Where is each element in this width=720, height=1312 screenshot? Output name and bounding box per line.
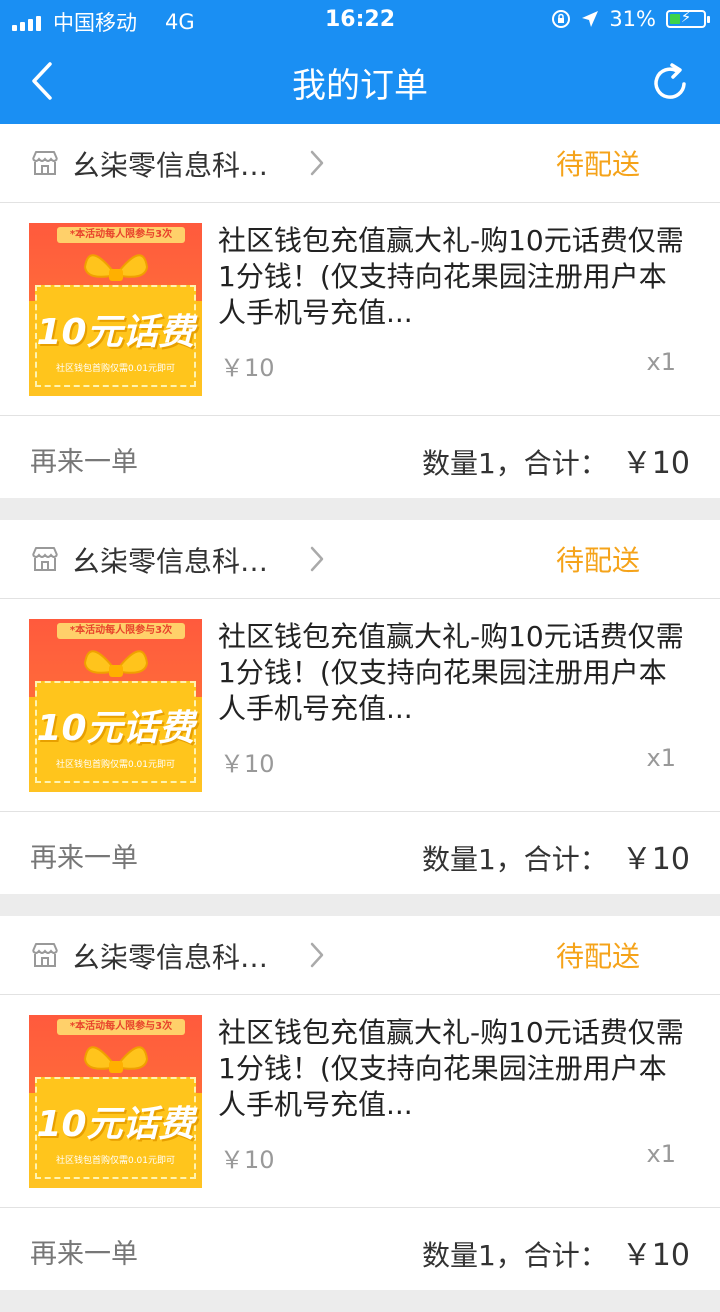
order-footer: 再来一单 数量1，合计： ￥10 xyxy=(0,416,720,498)
store-icon xyxy=(32,943,58,967)
reorder-button[interactable]: 再来一单 xyxy=(30,440,138,479)
shop-header[interactable]: 幺柒零信息科… 待配送 xyxy=(0,520,720,599)
order-footer: 再来一单 数量1，合计： ￥10 xyxy=(0,812,720,894)
shop-name[interactable]: 幺柒零信息科… xyxy=(72,144,268,184)
store-icon xyxy=(32,547,58,571)
order-item[interactable]: *本活动每人限参与3次 10元话费 社区钱包首购仅需0.01元即可 社区钱包充值… xyxy=(0,599,720,812)
order-item[interactable]: *本活动每人限参与3次 10元话费 社区钱包首购仅需0.01元即可 社区钱包充值… xyxy=(0,203,720,416)
thumb-headline: 10元话费 xyxy=(36,708,195,749)
product-quantity: x1 xyxy=(646,348,676,376)
order-card: 幺柒零信息科… 待配送 *本活动每人限参与3次 10元话费 社区钱包首购仅需0.… xyxy=(0,520,720,894)
order-summary: 数量1，合计： ￥10 xyxy=(422,1230,690,1274)
product-price: ￥10 xyxy=(220,750,275,778)
chevron-right-icon xyxy=(310,546,324,572)
order-footer: 再来一单 数量1，合计： ￥10 xyxy=(0,1208,720,1290)
store-icon xyxy=(32,151,58,175)
shop-header[interactable]: 幺柒零信息科… 待配送 xyxy=(0,124,720,203)
nav-bar: 我的订单 xyxy=(0,40,720,124)
order-total: ￥10 xyxy=(621,1238,690,1273)
chevron-right-icon xyxy=(310,942,324,968)
battery-icon: ⚡ xyxy=(666,8,710,28)
product-quantity: x1 xyxy=(646,1140,676,1168)
order-item[interactable]: *本活动每人限参与3次 10元话费 社区钱包首购仅需0.01元即可 社区钱包充值… xyxy=(0,995,720,1208)
product-title[interactable]: 社区钱包充值赢大礼-购10元话费仅需1分钱！(仅支持向花果园注册用户本人手机号充… xyxy=(218,619,688,727)
reorder-button[interactable]: 再来一单 xyxy=(30,836,138,875)
order-card: 幺柒零信息科… 待配送 *本活动每人限参与3次 10元话费 社区钱包首购仅需0.… xyxy=(0,124,720,498)
status-bar: 中国移动 4G 16:22 31% ⚡ xyxy=(0,0,720,40)
product-title[interactable]: 社区钱包充值赢大礼-购10元话费仅需1分钱！(仅支持向花果园注册用户本人手机号充… xyxy=(218,223,688,331)
order-summary: 数量1，合计： ￥10 xyxy=(422,834,690,878)
shop-name[interactable]: 幺柒零信息科… xyxy=(72,936,268,976)
thumb-banner: *本活动每人限参与3次 xyxy=(57,623,185,639)
summary-label: 数量1，合计： xyxy=(421,843,608,876)
location-arrow-icon xyxy=(582,11,599,27)
product-thumbnail[interactable]: *本活动每人限参与3次 10元话费 社区钱包首购仅需0.01元即可 xyxy=(29,223,202,396)
shop-name[interactable]: 幺柒零信息科… xyxy=(72,540,268,580)
thumb-caption: 社区钱包首购仅需0.01元即可 xyxy=(55,1156,176,1166)
thumb-banner: *本活动每人限参与3次 xyxy=(57,227,185,243)
summary-label: 数量1，合计： xyxy=(421,447,608,480)
product-price: ￥10 xyxy=(220,354,275,382)
order-list: 幺柒零信息科… 待配送 *本活动每人限参与3次 10元话费 社区钱包首购仅需0.… xyxy=(0,124,720,1312)
summary-label: 数量1，合计： xyxy=(421,1239,608,1272)
thumb-headline: 10元话费 xyxy=(36,1104,195,1145)
thumb-headline: 10元话费 xyxy=(36,312,195,353)
thumb-caption: 社区钱包首购仅需0.01元即可 xyxy=(55,760,176,770)
order-status: 待配送 xyxy=(555,940,640,973)
order-status: 待配送 xyxy=(555,148,640,181)
product-price: ￥10 xyxy=(220,1146,275,1174)
product-quantity: x1 xyxy=(646,744,676,772)
thumb-caption: 社区钱包首购仅需0.01元即可 xyxy=(55,364,176,374)
shop-header[interactable]: 幺柒零信息科… 待配送 xyxy=(0,916,720,995)
header-bar: 中国移动 4G 16:22 31% ⚡ 我的订单 xyxy=(0,0,720,124)
product-thumbnail[interactable]: *本活动每人限参与3次 10元话费 社区钱包首购仅需0.01元即可 xyxy=(29,1015,202,1188)
order-card: 幺柒零信息科… 待配送 *本活动每人限参与3次 10元话费 社区钱包首购仅需0.… xyxy=(0,916,720,1290)
order-status: 待配送 xyxy=(555,544,640,577)
battery-percent: 31% xyxy=(609,7,656,31)
order-summary: 数量1，合计： ￥10 xyxy=(422,438,690,482)
order-total: ￥10 xyxy=(621,842,690,877)
reorder-button[interactable]: 再来一单 xyxy=(30,1232,138,1271)
order-total: ￥10 xyxy=(621,446,690,481)
product-title[interactable]: 社区钱包充值赢大礼-购10元话费仅需1分钱！(仅支持向花果园注册用户本人手机号充… xyxy=(218,1015,688,1123)
chevron-right-icon xyxy=(310,150,324,176)
refresh-icon[interactable] xyxy=(646,58,696,108)
product-thumbnail[interactable]: *本活动每人限参与3次 10元话费 社区钱包首购仅需0.01元即可 xyxy=(29,619,202,792)
orientation-lock-icon xyxy=(552,10,571,28)
page-title: 我的订单 xyxy=(292,66,428,106)
thumb-banner: *本活动每人限参与3次 xyxy=(57,1019,185,1035)
